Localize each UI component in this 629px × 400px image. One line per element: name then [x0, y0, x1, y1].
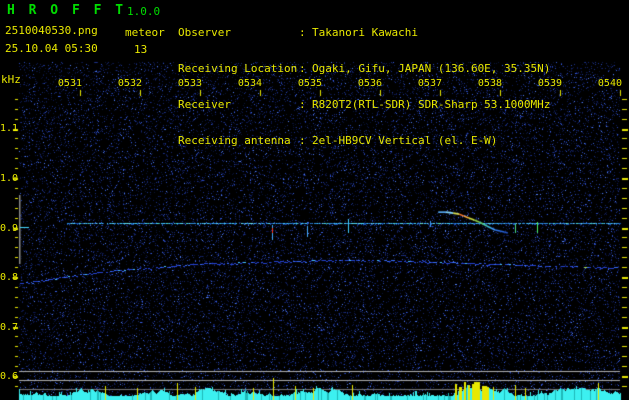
- info-value: Takanori Kawachi: [312, 26, 418, 39]
- app-version: 1.0.0: [127, 5, 161, 18]
- info-separator: :: [299, 26, 306, 39]
- y-axis-unit-label: kHz: [1, 73, 21, 86]
- info-label: Observer: [178, 26, 231, 39]
- x-tick-label: 0538: [477, 78, 502, 89]
- y-tick-label: 0.8: [0, 272, 19, 283]
- x-tick-label: 0534: [237, 78, 262, 89]
- info-row-antenna: Receiving antenna:2el-HB9CV Vertical (el…: [178, 135, 550, 147]
- info-label: Receiving antenna: [178, 134, 291, 147]
- info-row-receiver: Receiver: R820T2(RTL-SDR) SDR-Sharp 53.10…: [178, 99, 550, 111]
- hrofft-window: H R O F F T 1.0.0 2510040530.png meteor …: [0, 0, 629, 400]
- y-tick-label: 0.7: [0, 322, 19, 333]
- mode-label: meteor: [125, 26, 165, 39]
- info-value: R820T2(RTL-SDR) SDR-Sharp 53.1000MHz: [312, 98, 551, 111]
- info-separator: :: [299, 62, 306, 75]
- x-tick-label: 0540: [597, 78, 622, 89]
- output-filename: 2510040530.png: [5, 24, 98, 37]
- info-value: 2el-HB9CV Vertical (el. E-W): [312, 134, 498, 147]
- y-tick-label: 0.9: [0, 223, 19, 234]
- y-tick-label: 1.1: [0, 123, 19, 134]
- echo-count: 13: [134, 43, 148, 56]
- x-tick-label: 0536: [357, 78, 382, 89]
- info-row-location: Receiving Location: Ogaki, Gifu, JAPAN (1…: [178, 63, 550, 75]
- x-tick-label: 0531: [57, 78, 82, 89]
- x-tick-label: 0532: [117, 78, 142, 89]
- app-title: H R O F F T: [7, 3, 127, 18]
- info-row-observer: Observer: Takanori Kawachi: [178, 27, 550, 39]
- info-value: Ogaki, Gifu, JAPAN (136.60E, 35.35N): [312, 62, 551, 75]
- observation-timestamp: 25.10.04 05:30: [5, 42, 98, 55]
- info-label: Receiver: [178, 98, 231, 111]
- y-tick-label: 1.0: [0, 173, 19, 184]
- x-tick-label: 0533: [177, 78, 202, 89]
- x-tick-label: 0535: [297, 78, 322, 89]
- info-label: Receiving Location: [178, 62, 298, 75]
- y-tick-label: 0.6: [0, 371, 19, 382]
- info-separator: :: [299, 134, 306, 147]
- info-separator: :: [299, 98, 306, 111]
- x-tick-label: 0537: [417, 78, 442, 89]
- x-tick-label: 0539: [537, 78, 562, 89]
